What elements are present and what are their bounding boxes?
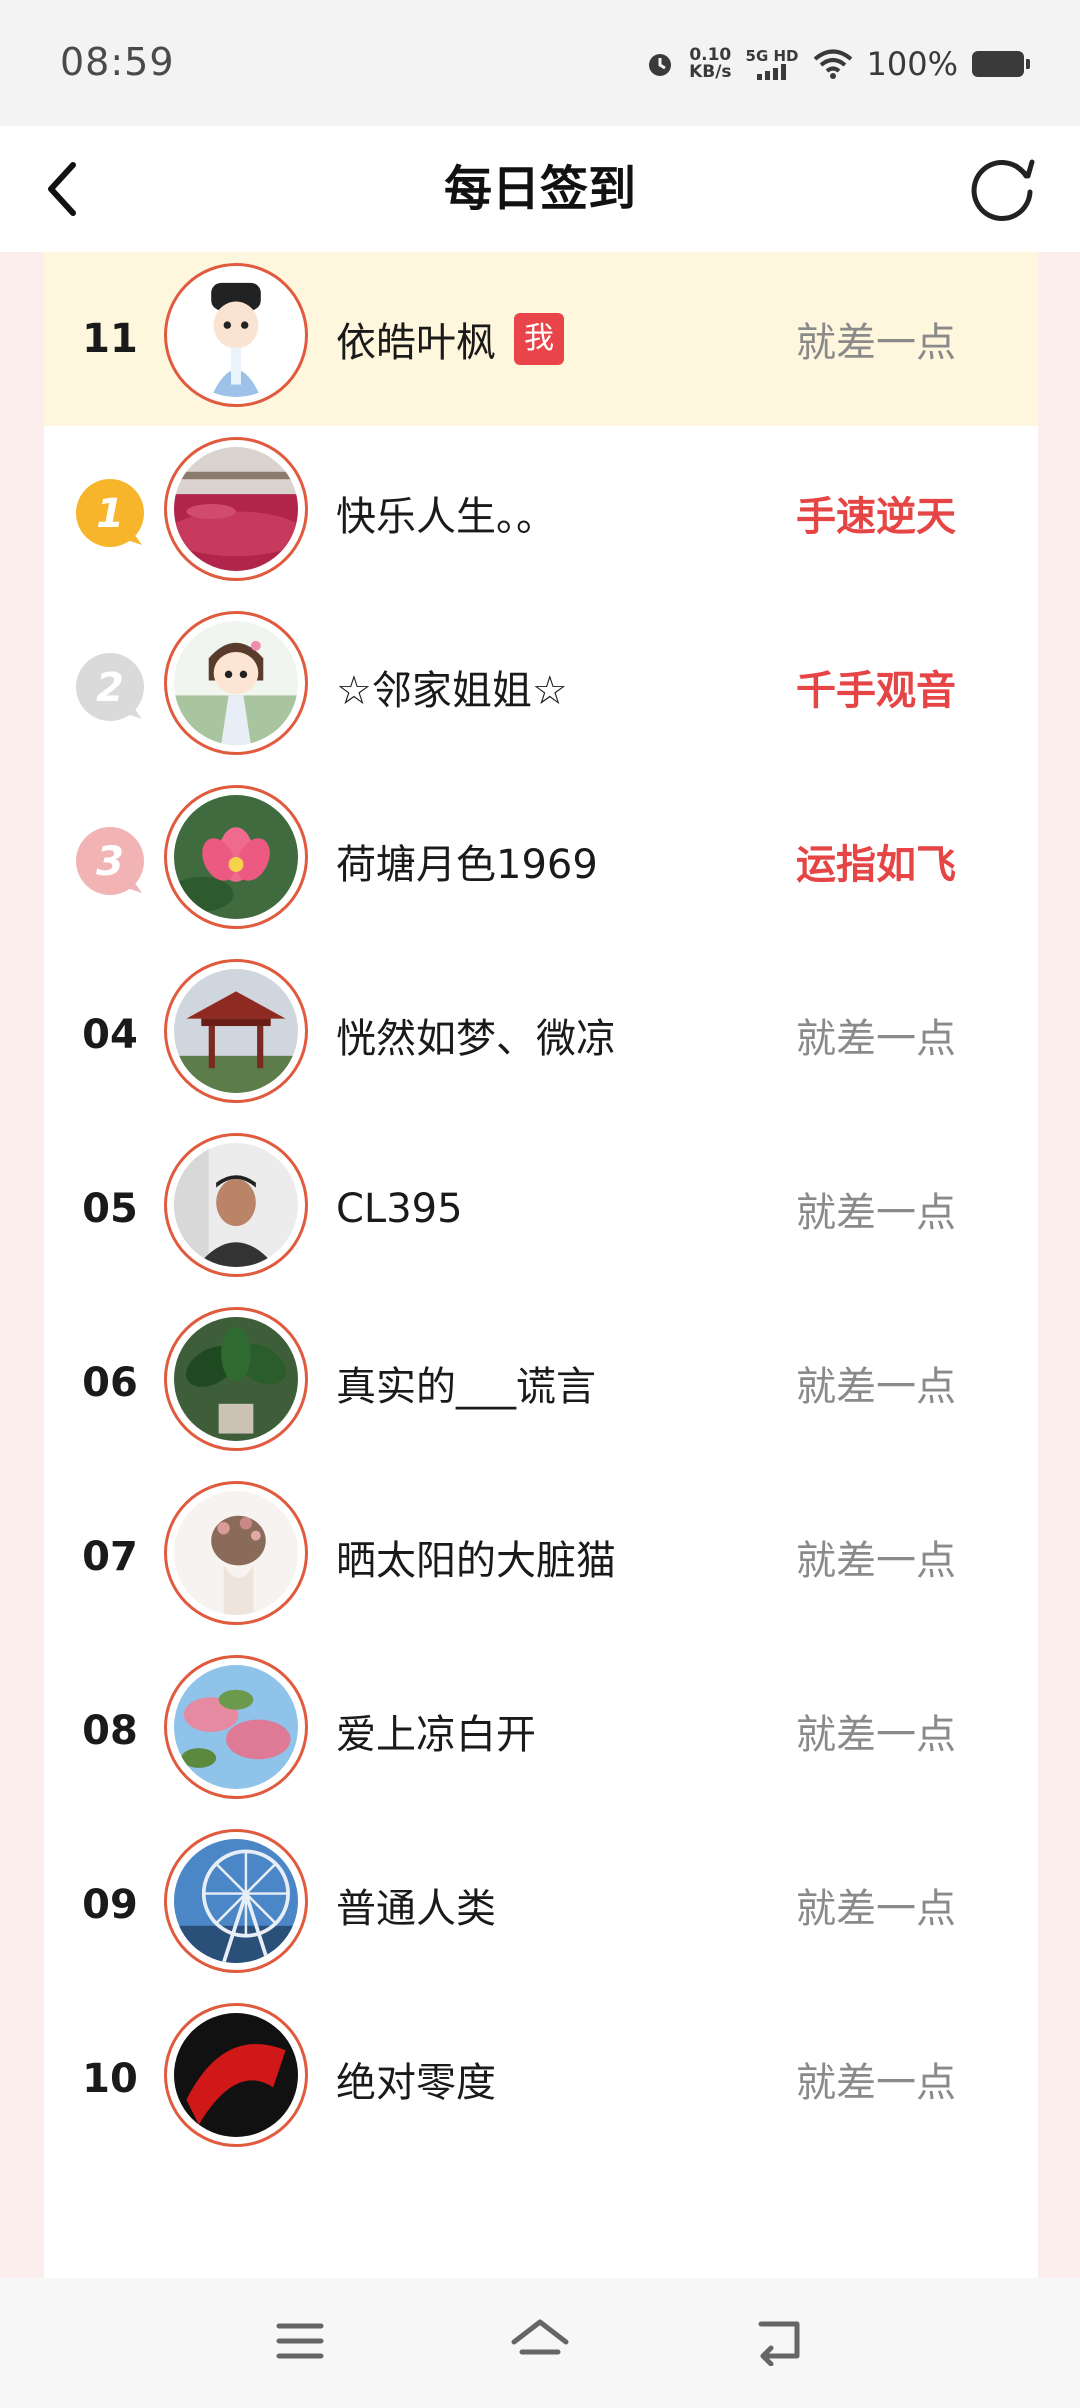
rank-row[interactable]: 04 恍然如梦、微凉 就差一点: [44, 948, 1038, 1122]
avatar-image: [174, 1491, 298, 1615]
rank-status: 就差一点: [796, 1190, 956, 1236]
rank-row[interactable]: 1 快乐人生。。 手速逆天: [44, 426, 1038, 600]
silver-medal-icon: 2: [76, 653, 144, 721]
user-name: 爱上凉白开: [336, 1712, 536, 1758]
rank-status: 千手观音: [796, 668, 956, 714]
menu-icon: [276, 2323, 324, 2359]
rank-status: 就差一点: [796, 1712, 956, 1758]
avatar-image: [174, 273, 298, 397]
avatar-image: [174, 795, 298, 919]
rank-row[interactable]: 2 ☆邻家姐姐☆ 千手观音: [44, 600, 1038, 774]
avatar-image: [174, 1839, 298, 1963]
battery-percent: 100%: [866, 45, 958, 83]
avatar[interactable]: [164, 1133, 308, 1277]
rank-row[interactable]: 09 普通人类 就差一点: [44, 1818, 1038, 1992]
avatar[interactable]: [164, 1655, 308, 1799]
signal-label: 5G HD: [745, 47, 799, 65]
avatar[interactable]: [164, 1481, 308, 1625]
avatar-image: [174, 447, 298, 571]
gold-medal-icon: 1: [76, 479, 144, 547]
rank-number: 09: [82, 1882, 138, 1928]
user-name: 晒太阳的大脏猫: [336, 1538, 616, 1584]
rank-status: 手速逆天: [796, 494, 956, 540]
avatar-image: [174, 1317, 298, 1441]
ranking-list[interactable]: 11 依皓叶枫 我 就差一点 1 快乐人生。。 手速逆天 2 ☆邻家姐姐☆ 千手…: [44, 252, 1038, 2278]
medal-rank-text: 3: [96, 839, 124, 885]
rank-number: 11: [82, 316, 138, 362]
battery-icon: [972, 51, 1030, 77]
rank-status: 就差一点: [796, 1538, 956, 1584]
system-nav-bar: [0, 2278, 1080, 2408]
rank-row[interactable]: 07 晒太阳的大脏猫 就差一点: [44, 1470, 1038, 1644]
refresh-button[interactable]: [962, 148, 1044, 230]
avatar-image: [174, 969, 298, 1093]
refresh-icon: [971, 159, 1035, 221]
rank-status: 就差一点: [796, 2060, 956, 2106]
rank-number: 05: [82, 1186, 138, 1232]
rank-number: 07: [82, 1534, 138, 1580]
user-name: 绝对零度: [336, 2060, 496, 2106]
network-speed: 0.10 KB/s: [689, 47, 731, 81]
avatar-image: [174, 621, 298, 745]
avatar[interactable]: [164, 959, 308, 1103]
user-name: 依皓叶枫 我: [336, 252, 564, 426]
my-rank-row[interactable]: 11 依皓叶枫 我 就差一点: [44, 252, 1038, 426]
rank-status: 运指如飞: [796, 842, 956, 888]
user-name-text: 依皓叶枫: [336, 320, 496, 366]
status-time: 08:59: [60, 40, 175, 84]
network-speed-unit: KB/s: [689, 62, 732, 82]
rank-row[interactable]: 3 荷塘月色1969 运指如飞: [44, 774, 1038, 948]
rank-status: 就差一点: [796, 1016, 956, 1062]
home-button[interactable]: [500, 2306, 580, 2376]
user-name: 真实的___谎言: [336, 1364, 596, 1410]
rank-number: 04: [82, 1012, 138, 1058]
avatar[interactable]: [164, 437, 308, 581]
user-name: CL395: [336, 1186, 463, 1232]
avatar-image: [174, 1665, 298, 1789]
rank-number: 08: [82, 1708, 138, 1754]
avatar[interactable]: [164, 611, 308, 755]
alarm-icon: [649, 54, 672, 76]
menu-button[interactable]: [260, 2306, 340, 2376]
medal-rank-text: 1: [96, 491, 124, 537]
wifi-icon: [813, 49, 852, 79]
me-badge: 我: [514, 313, 564, 365]
user-name: 快乐人生。。: [336, 494, 556, 540]
signal-icon: 5G HD: [746, 48, 799, 80]
avatar-image: [174, 1143, 298, 1267]
page-title: 每日签到: [443, 161, 636, 217]
avatar-image: [174, 2013, 298, 2137]
bronze-medal-icon: 3: [76, 827, 144, 895]
rank-status: 就差一点: [796, 320, 956, 366]
user-name: 恍然如梦、微凉: [336, 1016, 616, 1062]
rank-row[interactable]: 05 CL395 就差一点: [44, 1122, 1038, 1296]
rank-number: 06: [82, 1360, 138, 1406]
rank-number: 10: [82, 2056, 138, 2102]
status-bar: 08:59 0.10 KB/s 5G HD 100%: [0, 0, 1080, 126]
rank-row[interactable]: 10 绝对零度 就差一点: [44, 1992, 1038, 2166]
rank-status: 就差一点: [796, 1886, 956, 1932]
rank-row[interactable]: 08 爱上凉白开 就差一点: [44, 1644, 1038, 1818]
rank-status: 就差一点: [796, 1364, 956, 1410]
user-name: 荷塘月色1969: [336, 842, 598, 888]
back-nav-button[interactable]: [740, 2306, 820, 2376]
home-icon: [511, 2319, 569, 2355]
avatar[interactable]: [164, 1829, 308, 1973]
avatar[interactable]: [164, 263, 308, 407]
user-name: 普通人类: [336, 1886, 496, 1932]
header-bar: 每日签到: [0, 126, 1080, 254]
rank-row[interactable]: 06 真实的___谎言 就差一点: [44, 1296, 1038, 1470]
back-icon: [758, 2321, 800, 2366]
avatar[interactable]: [164, 1307, 308, 1451]
avatar[interactable]: [164, 785, 308, 929]
avatar[interactable]: [164, 2003, 308, 2147]
content-area: 11 依皓叶枫 我 就差一点 1 快乐人生。。 手速逆天 2 ☆邻家姐姐☆ 千手…: [0, 252, 1080, 2278]
medal-rank-text: 2: [96, 665, 124, 711]
status-icons: 0.10 KB/s 5G HD 100%: [645, 42, 1030, 86]
user-name: ☆邻家姐姐☆: [336, 668, 568, 714]
